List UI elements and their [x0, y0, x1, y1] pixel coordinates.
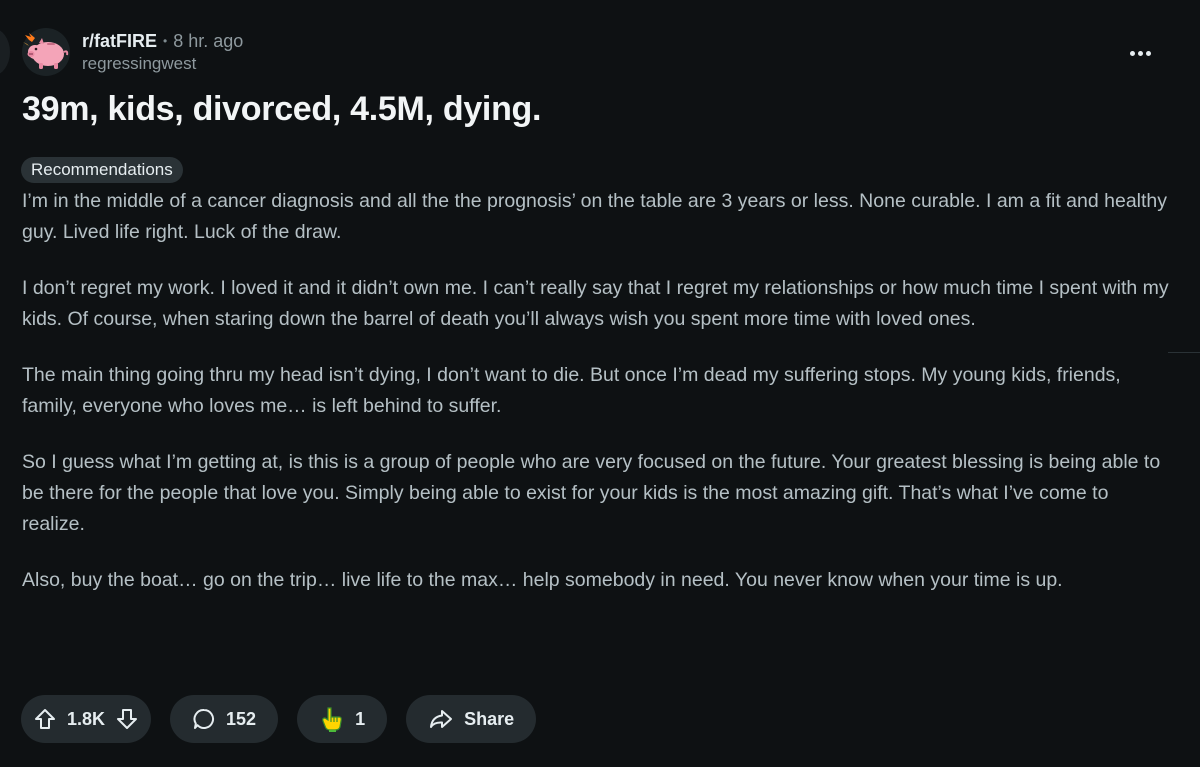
post-body: I’m in the middle of a cancer diagnosis … [22, 186, 1172, 621]
share-button[interactable]: Share [406, 695, 537, 743]
piggy-bank-icon [23, 32, 69, 72]
post-flair[interactable]: Recommendations [21, 157, 183, 183]
post-page: r/fatFIRE • 8 hr. ago regressingwest 39m… [0, 0, 1200, 767]
comment-bubble-icon [192, 707, 216, 731]
share-label: Share [464, 708, 515, 729]
body-paragraph: I’m in the middle of a cancer diagnosis … [22, 190, 1168, 243]
more-options-icon-dot [1137, 50, 1143, 56]
body-paragraph: I don’t regret my work. I loved it and i… [22, 277, 1169, 330]
more-options-button[interactable] [1126, 46, 1154, 60]
share-arrow-icon [428, 707, 454, 731]
post-header: r/fatFIRE • 8 hr. ago regressingwest [22, 28, 243, 76]
vote-score: 1.8K [67, 708, 106, 729]
body-paragraph: The main thing going thru my head isn’t … [22, 364, 1121, 417]
body-paragraph: Also, buy the boat… go on the trip… live… [22, 569, 1063, 591]
author-link[interactable]: regressingwest [82, 53, 243, 74]
more-options-icon-dot [1145, 50, 1151, 56]
award-hand-icon [319, 706, 345, 732]
meta-separator: • [163, 34, 168, 48]
left-edge-avatar [0, 28, 10, 76]
body-paragraph: So I guess what I’m getting at, is this … [22, 451, 1161, 535]
comment-count: 152 [226, 708, 257, 729]
award-button[interactable]: 1 [297, 695, 388, 743]
post-meta: r/fatFIRE • 8 hr. ago regressingwest [82, 30, 243, 74]
right-divider [1168, 352, 1200, 353]
downvote-icon[interactable] [115, 707, 139, 731]
meta-line: r/fatFIRE • 8 hr. ago [82, 30, 243, 52]
post-timestamp: 8 hr. ago [173, 31, 244, 51]
more-options-icon [1129, 50, 1135, 56]
comments-button[interactable]: 152 [170, 695, 279, 743]
subreddit-link[interactable]: r/fatFIRE [82, 30, 157, 52]
vote-control: 1.8K [21, 695, 152, 743]
upvote-icon[interactable] [33, 707, 57, 731]
award-count: 1 [355, 708, 366, 729]
post-action-bar: 1.8K 152 1 Share [21, 695, 537, 743]
subreddit-avatar[interactable] [22, 28, 70, 76]
post-title[interactable]: 39m, kids, divorced, 4.5M, dying. [22, 88, 541, 130]
